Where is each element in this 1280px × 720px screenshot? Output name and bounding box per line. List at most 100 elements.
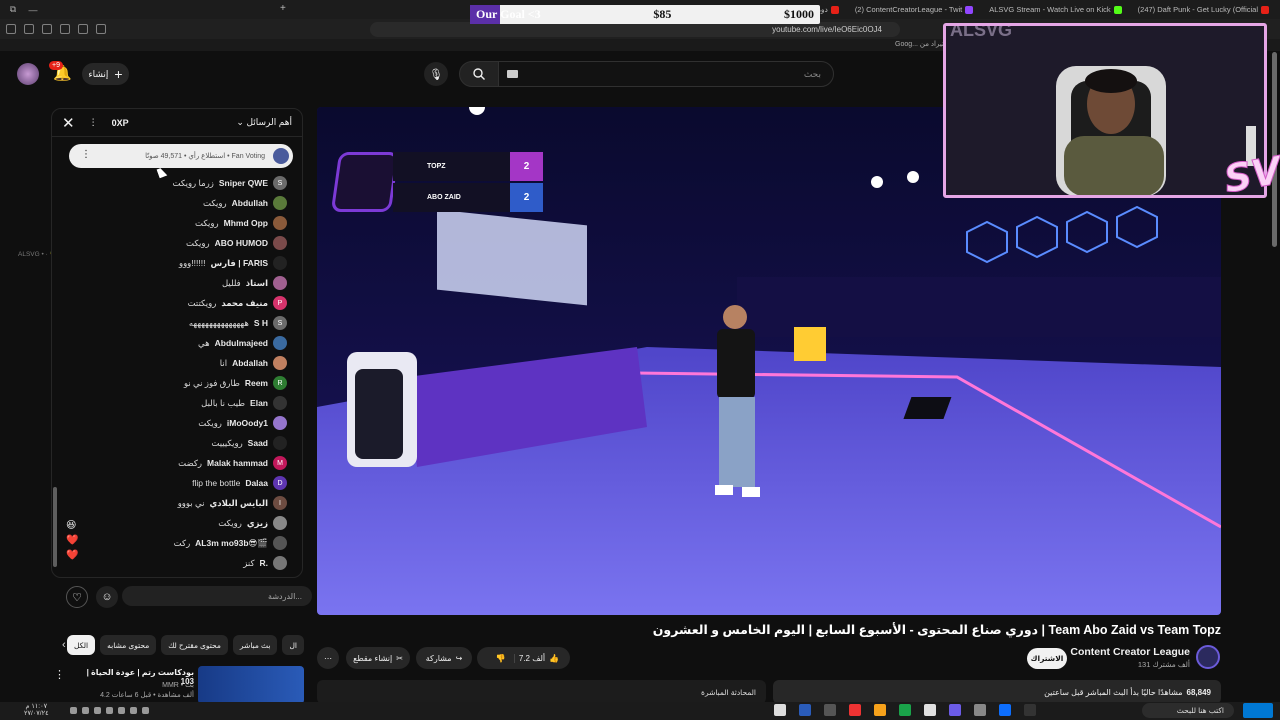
chat-message[interactable]: ركت AL3m mo93b😎🎬: [52, 533, 302, 553]
chat-message[interactable]: كنز R.: [52, 553, 302, 573]
message-author[interactable]: استاذ: [246, 278, 268, 289]
filter-chip[interactable]: ال: [282, 635, 304, 655]
message-author[interactable]: Dalaa: [245, 478, 268, 488]
taskbar-app-icon[interactable]: [874, 704, 886, 716]
keyboard-icon[interactable]: [507, 70, 518, 78]
message-author[interactable]: Saad: [248, 438, 268, 448]
windows-start-icon[interactable]: [1243, 703, 1273, 718]
menu-icon[interactable]: [6, 24, 16, 34]
message-author[interactable]: ABO HUMOD: [215, 238, 268, 248]
chat-message[interactable]: ركضت Malak hammad M: [52, 453, 302, 473]
avatar[interactable]: [273, 236, 287, 250]
taskbar-app-icon[interactable]: [999, 704, 1011, 716]
avatar[interactable]: [273, 356, 287, 370]
chat-message[interactable]: طارق فوز ني نو Reem R: [52, 373, 302, 393]
avatar[interactable]: [273, 556, 287, 570]
more-actions-button[interactable]: ⋯: [317, 647, 339, 669]
avatar[interactable]: D: [273, 476, 287, 490]
tray-icon[interactable]: [82, 707, 89, 714]
message-author[interactable]: Mhmd Opp: [224, 218, 268, 228]
chat-message[interactable]: رويكت ABO HUMOD: [52, 233, 302, 253]
voice-search-button[interactable]: 🎙: [424, 62, 448, 86]
chat-message[interactable]: طيب نا بالبل Elan: [52, 393, 302, 413]
extensions-icon[interactable]: [96, 24, 106, 34]
avatar[interactable]: S: [273, 316, 287, 330]
taskbar-app-icon[interactable]: [849, 704, 861, 716]
taskbar-app-icon[interactable]: [924, 704, 936, 716]
description-box[interactable]: مشاهدًا حاليًا بدأ البث المباشر قبل ساعت…: [773, 680, 1221, 704]
emoji-button[interactable]: ☺: [96, 586, 118, 608]
chat-message[interactable]: انا Abdallah: [52, 353, 302, 373]
chat-message[interactable]: رويكت Mhmd Opp: [52, 213, 302, 233]
message-author[interactable]: Sniper QWE: [219, 178, 268, 188]
chat-scrollbar[interactable]: [53, 487, 57, 567]
browser-tab[interactable]: (247) Daft Punk - Get Lucky (Official: [1132, 2, 1275, 17]
avatar[interactable]: R: [273, 376, 287, 390]
location-icon[interactable]: [24, 24, 34, 34]
chat-message[interactable]: ني بووو البايس البلادي I: [52, 493, 302, 513]
tray-icon[interactable]: [70, 707, 77, 714]
chat-message[interactable]: زرما رويكت Sniper QWE S: [52, 173, 302, 193]
message-author[interactable]: زيزي: [247, 518, 268, 529]
message-author[interactable]: منيف محمد: [221, 298, 268, 309]
dislike-button[interactable]: 👎: [488, 653, 515, 663]
taskbar-app-icon[interactable]: [824, 704, 836, 716]
chat-message[interactable]: ههههههههههههههه S H S: [52, 313, 302, 333]
channel-avatar[interactable]: [1196, 645, 1220, 669]
chat-message[interactable]: رويكت زيزي: [52, 513, 302, 533]
recommendation-item[interactable]: ⋮ بودكاست رتم | عودة الحياة | 103 MMR • …: [54, 664, 304, 704]
message-author[interactable]: فارس | FARIS: [210, 258, 268, 269]
chat-input[interactable]: الدردشة...: [122, 586, 312, 606]
reader-icon[interactable]: [78, 24, 88, 34]
create-button[interactable]: إنشاء +: [82, 63, 129, 85]
avatar[interactable]: [273, 216, 287, 230]
more-options-icon[interactable]: ⋮: [81, 149, 91, 160]
subscribe-button[interactable]: الاشتراك: [1027, 648, 1067, 669]
new-tab-button[interactable]: +: [280, 3, 286, 14]
heart-button[interactable]: ♡: [66, 586, 88, 608]
chat-message[interactable]: رويكت Abdullah: [52, 193, 302, 213]
avatar[interactable]: [17, 63, 39, 85]
like-count[interactable]: 7.2 ألف: [519, 654, 545, 663]
message-author[interactable]: AL3m mo93b😎🎬: [195, 538, 268, 549]
message-author[interactable]: iMoOody1: [227, 418, 268, 428]
taskbar-clock[interactable]: ١١:٠٧ م ٢٧/٠٧/٢٤: [24, 703, 49, 717]
minimize-icon[interactable]: —: [24, 5, 42, 15]
address-bar[interactable]: youtube.com/live/IeO6Eic0OJ4: [370, 22, 900, 37]
taskbar-app-icon[interactable]: [949, 704, 961, 716]
message-author[interactable]: Abdallah: [232, 358, 268, 368]
search-button[interactable]: [459, 61, 499, 87]
taskbar-app-icon[interactable]: [799, 704, 811, 716]
avatar[interactable]: [273, 516, 287, 530]
taskbar-search[interactable]: اكتب هنا للبحث: [1142, 703, 1234, 718]
chevron-left-icon[interactable]: ‹: [62, 639, 66, 651]
tray-icon[interactable]: [118, 707, 125, 714]
message-author[interactable]: Abdulmajeed: [215, 338, 268, 348]
filter-chip[interactable]: الكل: [66, 635, 96, 655]
rec-thumbnail[interactable]: [198, 666, 304, 704]
pinned-poll[interactable]: ⋮ استطلاع رأي • 49,571 صوتًا • Fan Votin…: [69, 144, 293, 168]
window-menu-icon[interactable]: ⧉: [4, 4, 22, 15]
more-options-icon[interactable]: ⋮: [54, 668, 65, 681]
avatar[interactable]: [273, 536, 287, 550]
search-input[interactable]: بحث: [498, 61, 834, 87]
avatar[interactable]: I: [273, 496, 287, 510]
message-author[interactable]: Abdullah: [232, 198, 268, 208]
channel-name[interactable]: Content Creator League: [1070, 646, 1190, 658]
avatar[interactable]: [273, 416, 287, 430]
avatar[interactable]: [273, 276, 287, 290]
filter-chip[interactable]: محتوى مشابه: [100, 635, 157, 655]
message-author[interactable]: S H: [254, 318, 268, 328]
avatar[interactable]: P: [273, 296, 287, 310]
taskbar-app-icon[interactable]: [974, 704, 986, 716]
avatar[interactable]: [273, 396, 287, 410]
chat-message[interactable]: هي Abdulmajeed: [52, 333, 302, 353]
browser-tab[interactable]: (2) ContentCreatorLeague - Twit: [849, 2, 979, 17]
tray-icon[interactable]: [94, 707, 101, 714]
chat-message[interactable]: رويكت iMoOody1: [52, 413, 302, 433]
chat-mode-selector[interactable]: ⌄ أهم الرسائل: [236, 117, 292, 128]
avatar[interactable]: [273, 336, 287, 350]
avatar[interactable]: M: [273, 456, 287, 470]
xp-badge[interactable]: 0XP: [112, 118, 129, 128]
message-author[interactable]: R.: [260, 558, 269, 568]
